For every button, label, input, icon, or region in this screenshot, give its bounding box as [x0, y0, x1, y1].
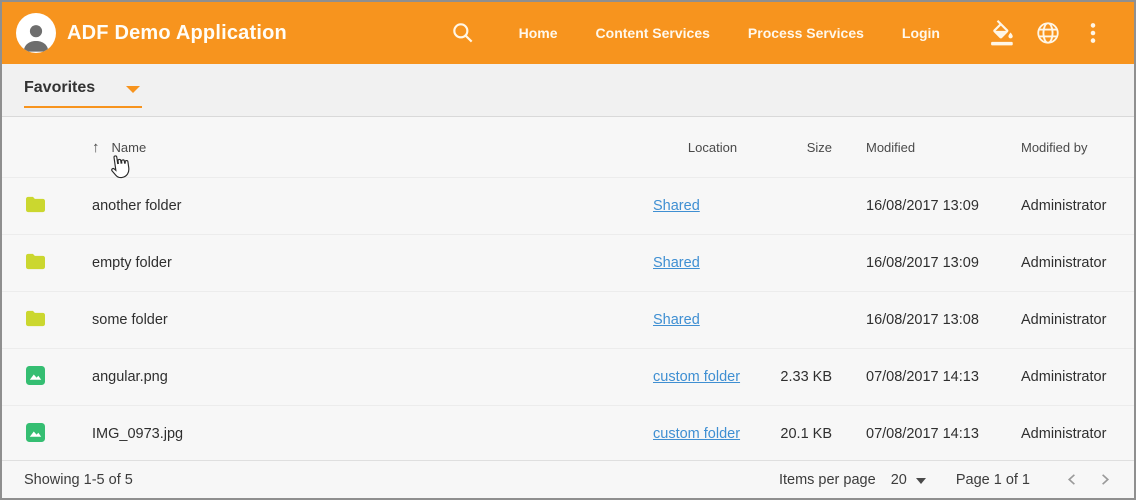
column-header-modified-by[interactable]: Modified by [1019, 140, 1106, 155]
globe-icon [1035, 20, 1061, 46]
next-page-button[interactable] [1090, 466, 1118, 494]
column-header-modified[interactable]: Modified [832, 140, 1019, 155]
folder-icon [26, 308, 46, 328]
file-name[interactable]: another folder [92, 198, 653, 214]
folder-icon [26, 194, 46, 214]
more-vert-icon [1080, 20, 1106, 46]
column-header-location[interactable]: Location [653, 140, 772, 155]
image-file-icon [26, 365, 46, 385]
modified-date: 16/08/2017 13:09 [832, 255, 1019, 271]
location-link[interactable]: Shared [653, 255, 700, 271]
file-name[interactable]: IMG_0973.jpg [92, 426, 653, 442]
adf-demo-window: ADF Demo Application Home Content Servic… [0, 0, 1136, 500]
theme-color-button[interactable] [990, 20, 1016, 46]
user-avatar [16, 13, 56, 53]
pagination-controls: Items per page 20 Page 1 of 1 [779, 466, 1118, 494]
modified-by: Administrator [1019, 198, 1106, 214]
format-color-fill-icon [990, 20, 1016, 46]
items-per-page-value: 20 [891, 472, 907, 488]
tab-favorites-label: Favorites [24, 79, 95, 97]
image-file-icon [26, 422, 46, 442]
document-list: ↑ Name Location Size Modified Modified b… [2, 117, 1134, 462]
table-row[interactable]: another folder Shared 16/08/2017 13:09 A… [2, 177, 1134, 234]
search-icon [450, 20, 476, 46]
modified-by: Administrator [1019, 426, 1106, 442]
search-button[interactable] [450, 20, 476, 46]
items-per-page-select[interactable]: 20 [891, 472, 926, 488]
previous-page-button[interactable] [1058, 466, 1086, 494]
file-name[interactable]: angular.png [92, 369, 653, 385]
table-row[interactable]: some folder Shared 16/08/2017 13:08 Admi… [2, 291, 1134, 348]
nav-item-content-services[interactable]: Content Services [577, 15, 729, 51]
table-row[interactable]: empty folder Shared 16/08/2017 13:09 Adm… [2, 234, 1134, 291]
table-header-row: ↑ Name Location Size Modified Modified b… [2, 117, 1134, 177]
folder-icon [26, 251, 46, 271]
modified-by: Administrator [1019, 255, 1106, 271]
modified-by: Administrator [1019, 369, 1106, 385]
person-icon [19, 19, 53, 53]
showing-count-label: Showing 1-5 of 5 [24, 472, 133, 488]
main-nav: Home Content Services Process Services L… [500, 15, 959, 51]
location-link[interactable]: Shared [653, 312, 700, 328]
sort-ascending-icon: ↑ [92, 139, 100, 156]
chevron-right-icon [1097, 472, 1112, 487]
app-header: ADF Demo Application Home Content Servic… [2, 2, 1134, 64]
chevron-left-icon [1065, 472, 1080, 487]
header-right: Home Content Services Process Services L… [450, 15, 1106, 51]
table-row[interactable]: angular.png custom folder 2.33 KB 07/08/… [2, 348, 1134, 405]
nav-item-home[interactable]: Home [500, 15, 577, 51]
modified-date: 16/08/2017 13:08 [832, 312, 1019, 328]
language-button[interactable] [1035, 20, 1061, 46]
items-per-page-label: Items per page [779, 472, 876, 488]
modified-date: 16/08/2017 13:09 [832, 198, 1019, 214]
modified-date: 07/08/2017 14:13 [832, 369, 1019, 385]
table-row[interactable]: IMG_0973.jpg custom folder 20.1 KB 07/08… [2, 405, 1134, 462]
page-status-label: Page 1 of 1 [956, 472, 1030, 488]
pagination-bar: Showing 1-5 of 5 Items per page 20 Page … [2, 460, 1134, 498]
view-tab-bar: Favorites [2, 64, 1134, 117]
location-link[interactable]: custom folder [653, 369, 740, 385]
modified-by: Administrator [1019, 312, 1106, 328]
file-name[interactable]: empty folder [92, 255, 653, 271]
more-menu-button[interactable] [1080, 20, 1106, 46]
file-size: 20.1 KB [772, 426, 832, 442]
nav-item-login[interactable]: Login [883, 15, 959, 51]
tab-favorites[interactable]: Favorites [24, 79, 142, 108]
column-header-name[interactable]: ↑ Name [92, 139, 653, 156]
header-actions [971, 20, 1106, 46]
modified-date: 07/08/2017 14:13 [832, 426, 1019, 442]
location-link[interactable]: Shared [653, 198, 700, 214]
location-link[interactable]: custom folder [653, 426, 740, 442]
app-title: ADF Demo Application [67, 22, 287, 45]
dropdown-caret-icon [916, 478, 926, 484]
dropdown-triangle-icon [126, 86, 140, 93]
file-name[interactable]: some folder [92, 312, 653, 328]
column-header-name-label: Name [112, 140, 147, 155]
file-size: 2.33 KB [772, 369, 832, 385]
column-header-size[interactable]: Size [772, 140, 832, 155]
nav-item-process-services[interactable]: Process Services [729, 15, 883, 51]
